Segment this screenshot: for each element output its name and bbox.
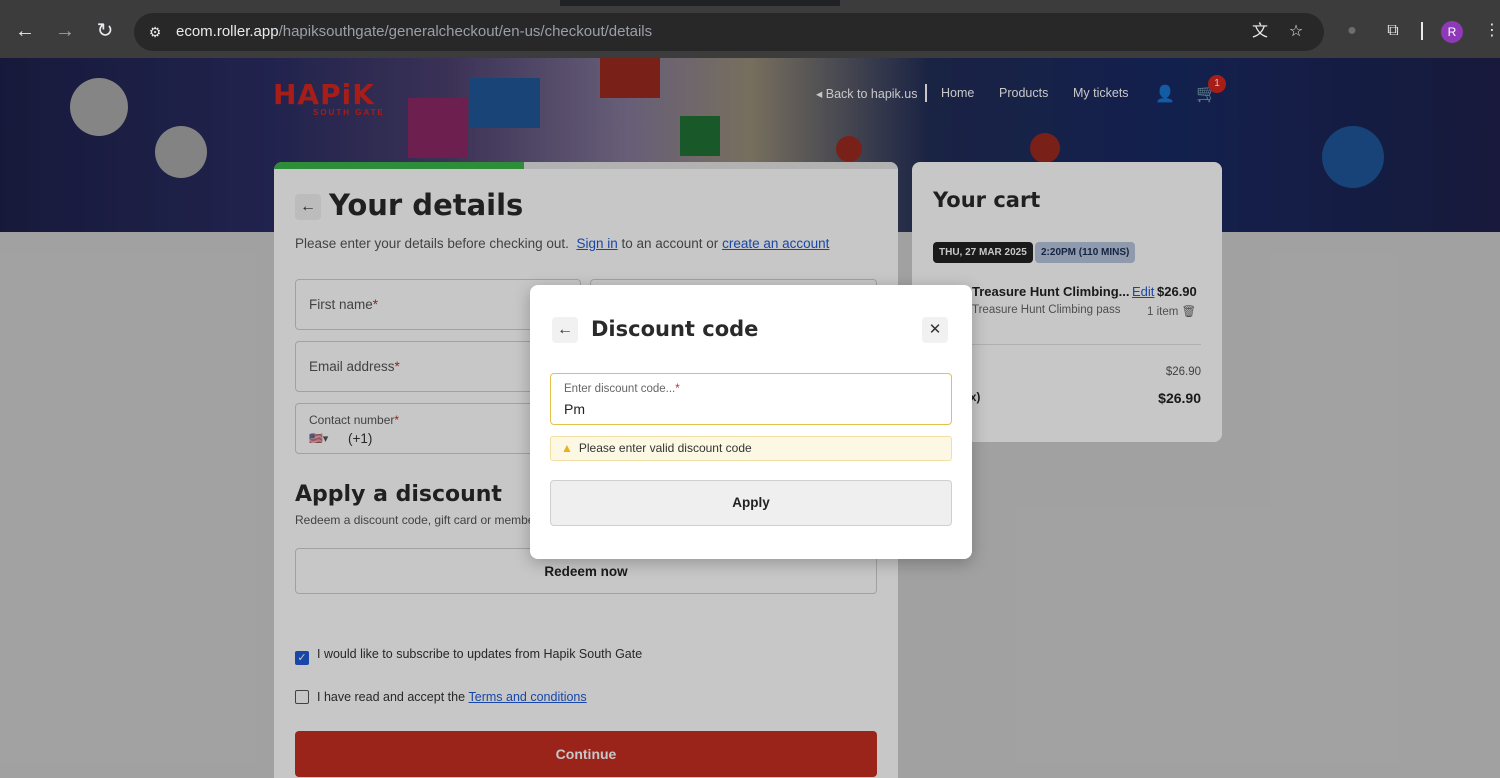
check-icon[interactable]: ✓	[295, 651, 309, 665]
sign-in-link[interactable]: Sign in	[576, 236, 617, 251]
discount-warning: ▲ Please enter valid discount code	[550, 436, 952, 461]
date-tag: THU, 27 MAR 2025	[933, 242, 1033, 263]
details-subtitle: Please enter your details before checkin…	[295, 236, 829, 251]
back-arrow-icon[interactable]: ←	[295, 194, 321, 220]
browser-chrome: ← → ↻ ⚙ ecom.roller.app/hapiksouthgate/g…	[0, 0, 1500, 58]
cart-divider	[933, 344, 1201, 345]
checkout-progress-bar	[274, 162, 898, 169]
address-bar[interactable]: ⚙ ecom.roller.app/hapiksouthgate/general…	[134, 13, 1324, 51]
warning-icon: ▲	[561, 441, 573, 455]
nav-products[interactable]: Products	[999, 86, 1048, 100]
terms-checkbox-row[interactable]: I have read and accept the Terms and con…	[295, 690, 587, 704]
climbing-hold-image	[1030, 133, 1060, 163]
nav-back-link[interactable]: ◂ Back to hapik.us	[816, 86, 917, 101]
cart-item-name: Treasure Hunt Climbing...	[972, 284, 1130, 299]
hapik-logo[interactable]: HAPiK SOUTH GATE	[273, 78, 385, 117]
discount-code-label: Enter discount code...*	[564, 383, 680, 395]
nav-divider	[925, 84, 927, 102]
tab[interactable]	[840, 0, 1500, 6]
us-flag-dropdown-icon[interactable]: 🇺🇸▾	[309, 432, 328, 445]
discount-code-field[interactable]: Enter discount code...*	[550, 373, 952, 425]
modal-title: Discount code	[591, 317, 759, 341]
create-account-link[interactable]: create an account	[722, 236, 829, 251]
discount-section-title: Apply a discount	[295, 482, 502, 507]
translate-icon[interactable]: 文	[1249, 21, 1271, 43]
extension-icon[interactable]: ●	[1341, 20, 1363, 42]
total-value: $26.90	[1158, 390, 1201, 406]
apply-button[interactable]: Apply	[550, 480, 952, 526]
subscribe-checkbox-row[interactable]: ✓ I would like to subscribe to updates fr…	[295, 647, 642, 665]
terms-checkbox[interactable]	[295, 690, 309, 704]
first-name-label: First name*	[309, 297, 379, 312]
total-row: (inc. tax) $26.90	[933, 390, 1201, 406]
user-account-icon[interactable]: 👤	[1155, 84, 1175, 104]
cart-title: Your cart	[933, 188, 1041, 212]
logo-text: HAPiK	[273, 78, 375, 111]
modal-back-arrow-icon[interactable]: ←	[552, 317, 578, 343]
extensions-puzzle-icon[interactable]: ⧉	[1382, 20, 1404, 42]
subscribe-label: I would like to subscribe to updates fro…	[317, 647, 643, 661]
nav-my-tickets[interactable]: My tickets	[1073, 86, 1129, 100]
tab-active[interactable]	[0, 0, 560, 6]
wall-block	[680, 116, 720, 156]
discount-section-subtitle: Redeem a discount code, gift card or mem…	[295, 513, 539, 527]
nav-back-label: Back to hapik.us	[825, 87, 918, 101]
site-settings-icon[interactable]: ⚙	[144, 21, 166, 43]
reload-icon[interactable]: ↻	[92, 18, 118, 44]
contact-label: Contact number*	[309, 413, 400, 427]
progress-fill	[274, 162, 524, 169]
cart-item-edit-link[interactable]: Edit	[1132, 284, 1154, 299]
soccer-ball-image	[70, 78, 128, 136]
cart-count-badge: 1	[1208, 75, 1226, 93]
subtotal-row: l $26.90	[933, 366, 1201, 378]
page-title: Your details	[329, 188, 524, 222]
dial-code: (+1)	[348, 431, 373, 446]
forward-arrow-icon[interactable]: →	[52, 18, 78, 44]
menu-kebab-icon[interactable]: ⋮	[1481, 20, 1500, 42]
warning-text: Please enter valid discount code	[578, 441, 752, 455]
bookmark-star-icon[interactable]: ☆	[1285, 21, 1307, 43]
url-host: ecom.roller.app	[176, 23, 279, 40]
logo-subtext: SOUTH GATE	[313, 108, 385, 117]
toolbar-divider	[1421, 22, 1423, 40]
cart-item-price: $26.90	[1157, 284, 1197, 299]
subtitle-mid-text: to an account or	[621, 236, 719, 251]
discount-code-input[interactable]	[564, 401, 934, 417]
soccer-ball-image	[155, 126, 207, 178]
trash-icon[interactable]: 🗑	[1182, 306, 1197, 318]
profile-avatar[interactable]: R	[1441, 21, 1463, 43]
wall-block	[600, 58, 660, 98]
back-arrow-icon[interactable]: ←	[12, 18, 38, 44]
url-path: /hapiksouthgate/generalcheckout/en-us/ch…	[278, 23, 653, 40]
nav-home[interactable]: Home	[941, 86, 974, 100]
wall-block	[470, 78, 540, 128]
continue-button[interactable]: Continue	[295, 731, 877, 777]
url-text[interactable]: ecom.roller.app/hapiksouthgate/generalch…	[176, 23, 652, 40]
climbing-hold-image	[836, 136, 862, 162]
subtitle-text: Please enter your details before checkin…	[295, 236, 569, 251]
terms-label: I have read and accept the	[317, 690, 466, 704]
discount-modal: ← Discount code ✕ Enter discount code...…	[530, 285, 972, 559]
subtotal-value: $26.90	[1165, 366, 1201, 378]
planet-image	[1322, 126, 1384, 188]
cart-item-quantity: 1 item 🗑	[1147, 306, 1197, 318]
close-icon[interactable]: ✕	[922, 317, 948, 343]
cart-item-subtitle: Treasure Hunt Climbing pass	[972, 304, 1121, 316]
email-label: Email address*	[309, 359, 400, 374]
terms-link[interactable]: Terms and conditions	[469, 690, 587, 704]
caret-left-icon: ◂	[816, 87, 826, 101]
wall-block	[408, 98, 468, 158]
time-tag: 2:20PM (110 MINS)	[1035, 242, 1136, 263]
tab-strip	[0, 0, 1500, 6]
